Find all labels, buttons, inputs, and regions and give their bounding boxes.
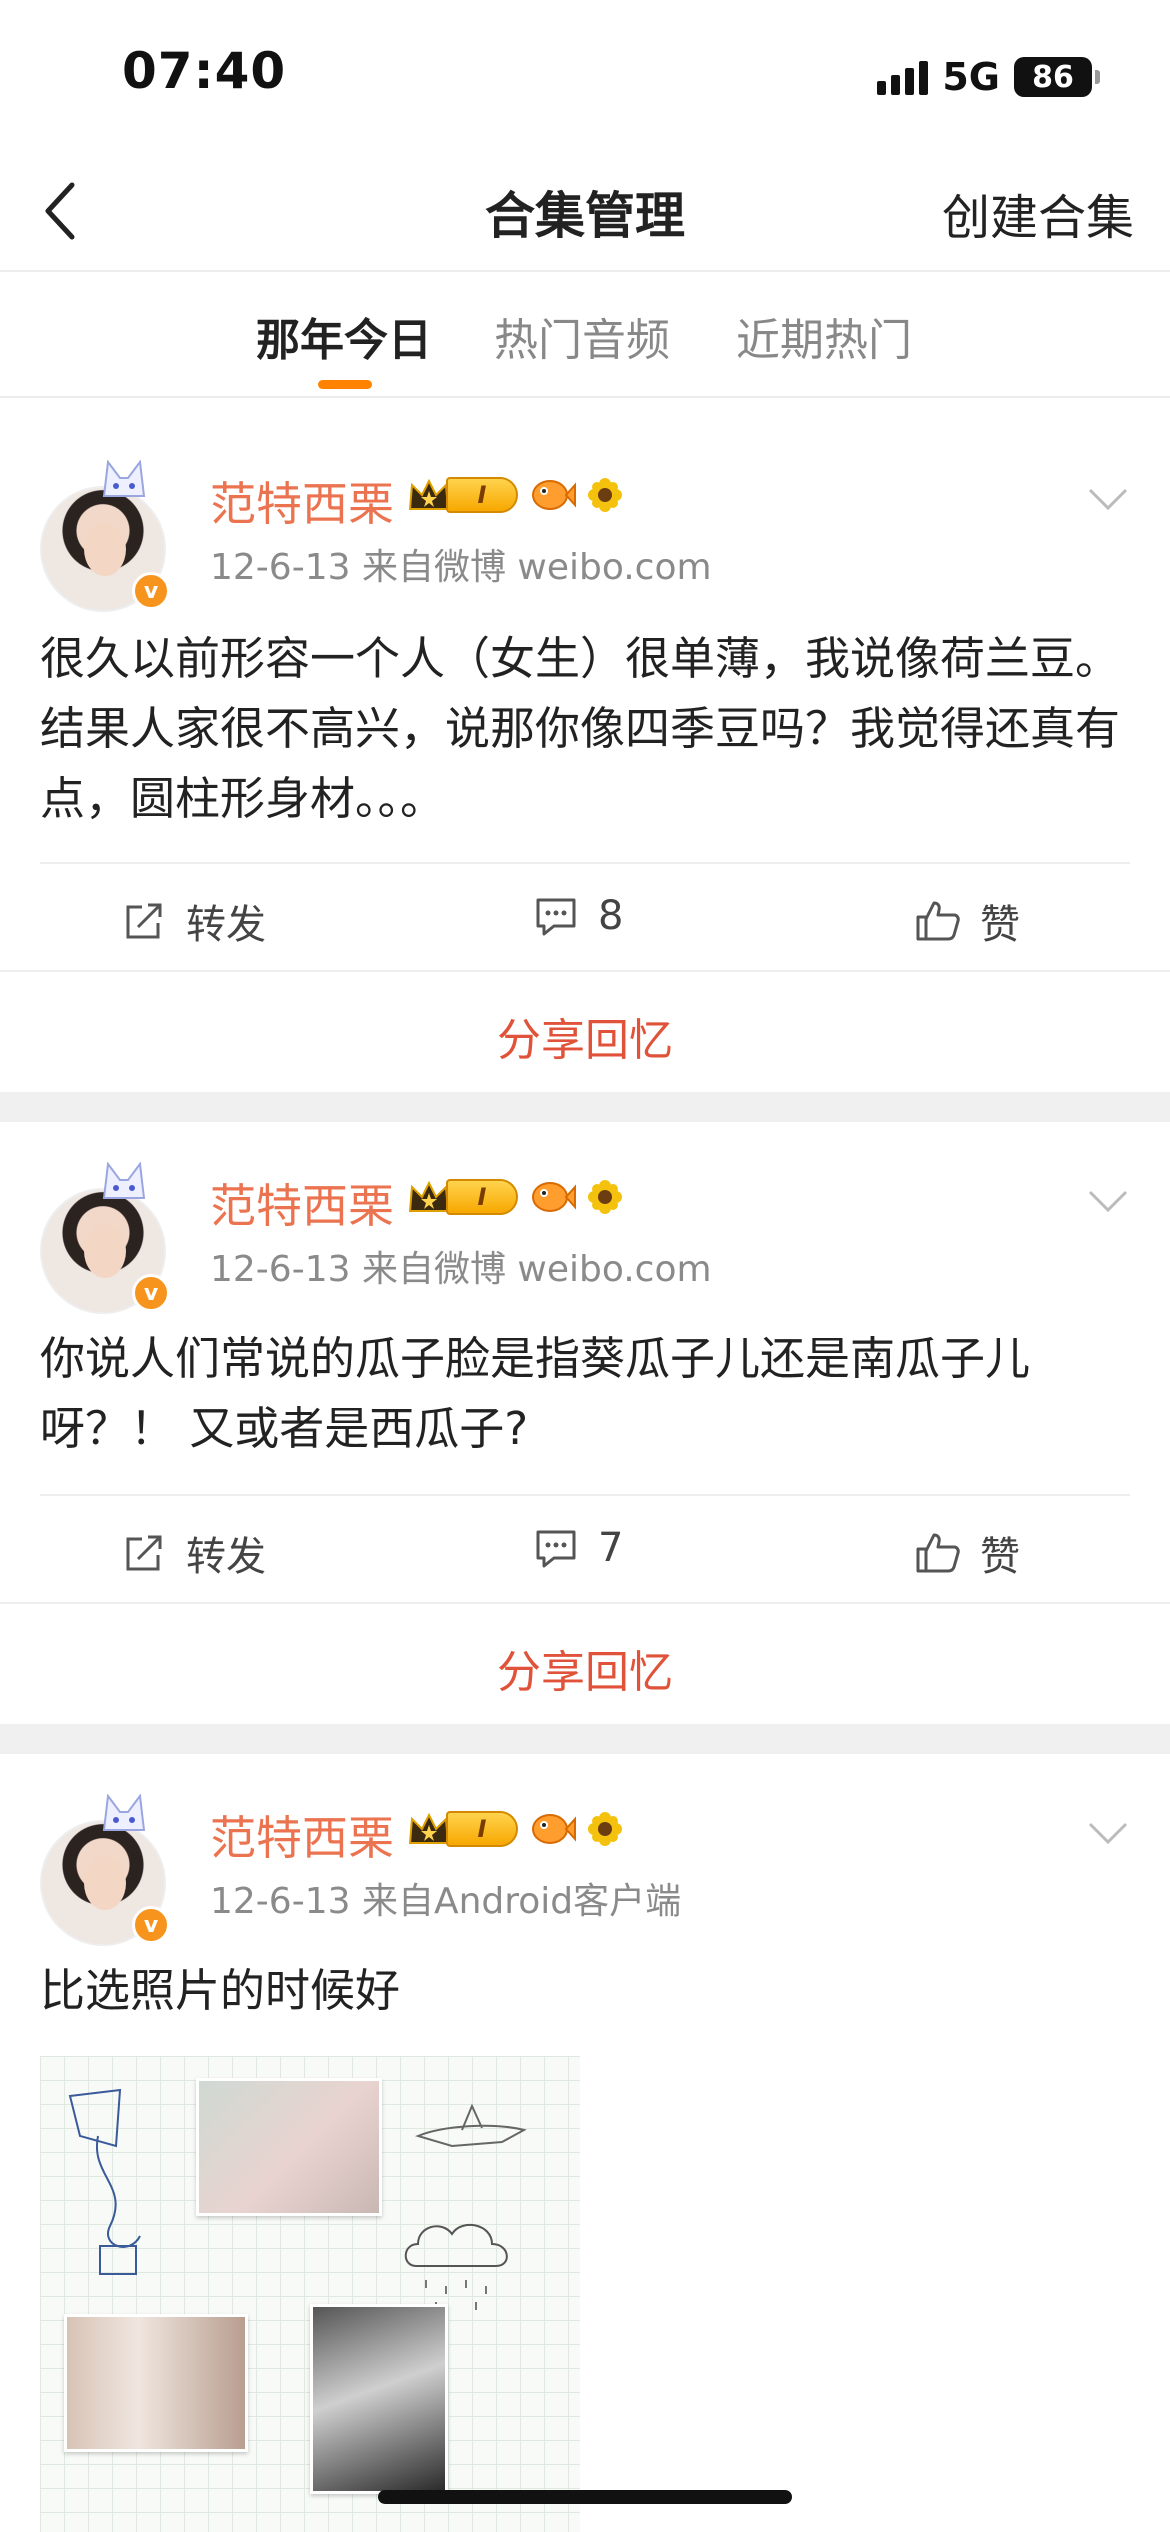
- like-label: 赞: [980, 1534, 1020, 1580]
- post-actions: 转发 7 赞: [40, 1494, 1130, 1604]
- post-text: 你说人们常说的瓜子脸是指葵瓜子儿还是南瓜子儿呀？！ 又或者是西瓜子?: [40, 1332, 1031, 1455]
- thumbs-up-icon: [916, 1533, 960, 1573]
- card-separator: [0, 1092, 1170, 1122]
- tab-bar: 那年今日 热门音频 近期热门: [0, 272, 1170, 398]
- comment-button[interactable]: 7: [532, 1524, 623, 1572]
- post-actions: 转发 8 赞: [40, 862, 1130, 972]
- comment-icon: [536, 1530, 576, 1568]
- post-meta: 12-6-13 来自微博 weibo.com: [210, 547, 712, 588]
- status-indicators: 5G 86: [877, 55, 1100, 99]
- verified-badge-icon: v: [132, 1274, 170, 1312]
- fish-badge-icon: [532, 1814, 576, 1844]
- comment-button[interactable]: 8: [532, 892, 623, 940]
- photo-thumbnail: [64, 2314, 248, 2452]
- chevron-down-icon[interactable]: [1086, 484, 1130, 514]
- airplane-doodle-icon: [415, 2103, 527, 2148]
- post-card: v 范特西栗 I 12-6-13 来自微博 weibo.com 很久以前形容一个…: [0, 420, 1170, 1066]
- tab-hot-audio[interactable]: 热门音频: [494, 304, 670, 368]
- repost-icon: [126, 903, 162, 939]
- post-meta: 12-6-13 来自微博 weibo.com: [210, 1249, 712, 1290]
- chevron-down-icon[interactable]: [1086, 1186, 1130, 1216]
- verified-badge-icon: v: [132, 1906, 170, 1944]
- level-badge: I: [446, 1179, 518, 1215]
- cat-ears-decoration-icon: [102, 1793, 146, 1831]
- home-indicator[interactable]: [378, 2490, 792, 2504]
- share-memory-button[interactable]: 分享回忆: [497, 1636, 673, 1700]
- fish-badge-icon: [532, 1182, 576, 1212]
- user-name[interactable]: 范特西栗: [210, 468, 394, 534]
- photo-thumbnail: [196, 2078, 382, 2216]
- comment-count: 7: [598, 1525, 624, 1571]
- create-collection-button[interactable]: 创建合集: [942, 178, 1134, 248]
- kite-doodle-icon: [68, 2088, 141, 2275]
- post-card: v 范特西栗 I 12-6-13 来自微博 weibo.com 你说人们常说的瓜…: [0, 1122, 1170, 1722]
- battery-icon: 86: [1014, 57, 1100, 97]
- avatar[interactable]: v: [40, 1161, 170, 1314]
- like-button[interactable]: 赞: [914, 892, 1020, 950]
- sunflower-badge-icon: [588, 1812, 622, 1846]
- user-badges: I: [406, 472, 624, 518]
- chevron-down-icon[interactable]: [1086, 1818, 1130, 1848]
- post-meta: 12-6-13 来自Android客户端: [210, 1881, 682, 1922]
- level-badge: I: [446, 1811, 518, 1847]
- battery-level: 86: [1032, 59, 1074, 95]
- repost-label: 转发: [186, 902, 266, 948]
- card-separator: [0, 1724, 1170, 1754]
- sunflower-badge-icon: [588, 478, 622, 512]
- share-memory-button[interactable]: 分享回忆: [497, 1004, 673, 1068]
- share-memory-row: 分享回忆: [0, 1602, 1170, 1722]
- repost-icon: [126, 1535, 162, 1571]
- comment-count: 8: [598, 893, 624, 939]
- repost-label: 转发: [186, 1534, 266, 1580]
- status-time: 07:40: [122, 42, 287, 100]
- user-name[interactable]: 范特西栗: [210, 1802, 394, 1868]
- post-text: 很久以前形容一个人（女生）很单薄，我说像荷兰豆。结果人家很不高兴，说那你像四季豆…: [40, 632, 1121, 825]
- tab-active-indicator: [318, 380, 372, 389]
- post-card: v 范特西栗 I 12-6-13 来自Android客户端 比选照片的时候好: [0, 1754, 1170, 2532]
- user-badges: I: [406, 1174, 624, 1220]
- thumbs-up-icon: [916, 901, 960, 941]
- tab-on-this-day[interactable]: 那年今日: [256, 304, 432, 368]
- level-badge: I: [446, 477, 518, 513]
- post-text: 比选照片的时候好: [40, 1964, 401, 2017]
- comment-icon: [536, 898, 576, 936]
- tab-recent-hot[interactable]: 近期热门: [736, 304, 912, 368]
- status-bar: 07:40 5G 86: [0, 0, 1170, 150]
- cat-ears-decoration-icon: [102, 459, 146, 497]
- cat-ears-decoration-icon: [102, 1161, 146, 1199]
- share-memory-row: 分享回忆: [0, 970, 1170, 1090]
- sunflower-badge-icon: [588, 1180, 622, 1214]
- post-image[interactable]: [40, 2056, 580, 2532]
- repost-button[interactable]: 转发: [120, 1524, 266, 1582]
- nav-bar: 合集管理 创建合集: [0, 150, 1170, 272]
- fish-badge-icon: [532, 480, 576, 510]
- network-type: 5G: [942, 55, 1000, 99]
- photo-thumbnail: [310, 2304, 448, 2494]
- like-button[interactable]: 赞: [914, 1524, 1020, 1582]
- verified-badge-icon: v: [132, 572, 170, 610]
- repost-button[interactable]: 转发: [120, 892, 266, 950]
- user-badges: I: [406, 1806, 624, 1852]
- user-name[interactable]: 范特西栗: [210, 1170, 394, 1236]
- signal-icon: [877, 59, 929, 95]
- avatar[interactable]: v: [40, 1793, 170, 1946]
- like-label: 赞: [980, 902, 1020, 948]
- avatar[interactable]: v: [40, 459, 170, 612]
